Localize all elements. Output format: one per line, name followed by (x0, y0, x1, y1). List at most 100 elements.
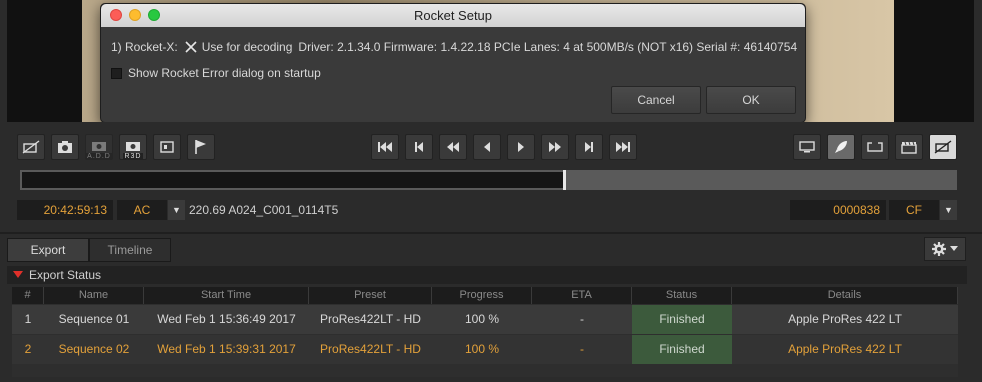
monitor-button[interactable] (793, 134, 821, 160)
export-frame-button[interactable] (153, 134, 181, 160)
loop-icon (867, 142, 883, 152)
chevron-down-icon: ▼ (172, 205, 181, 215)
settings-menu-button[interactable] (924, 237, 966, 261)
scrubber-played-region (22, 172, 563, 188)
use-for-decoding-label: Use for decoding (201, 40, 293, 54)
no-video-icon (22, 140, 40, 154)
playback-toolbar: A.D.D R3D 20:42:59:13 AC ▼ 220.69 A024_C… (0, 122, 982, 234)
no-video-button[interactable] (17, 134, 45, 160)
rocket-button[interactable] (827, 134, 855, 160)
table-row[interactable]: 2 Sequence 02 Wed Feb 1 15:39:31 2017 Pr… (12, 335, 958, 364)
app-window: Rocket Setup 1) Rocket-X: Use for decodi… (0, 0, 982, 382)
timeline-scrubber[interactable] (20, 170, 957, 190)
play-reverse-icon (484, 142, 490, 152)
snapshot-button[interactable] (51, 134, 79, 160)
column-header[interactable]: Status (632, 287, 732, 304)
row-eta: - (580, 342, 584, 356)
minimize-window-button[interactable] (129, 9, 141, 21)
row-status: Finished (632, 335, 732, 364)
clapper-button[interactable] (895, 134, 923, 160)
step-end-icon (585, 142, 593, 152)
column-header[interactable]: Start Time (144, 287, 309, 304)
device-label: 1) Rocket-X: (111, 40, 178, 54)
play-button[interactable] (507, 134, 535, 160)
row-start-time: Wed Feb 1 15:39:31 2017 (157, 342, 296, 356)
add-snapshot-button[interactable]: A.D.D (85, 134, 113, 160)
clip-name: 220.69 A024_C001_0114T5 (189, 203, 339, 217)
dialog-titlebar: Rocket Setup (101, 4, 805, 27)
frame-mode[interactable]: CF (889, 200, 939, 220)
camera-icon (58, 141, 72, 153)
flag-button[interactable] (187, 134, 215, 160)
no-audio-icon (934, 140, 952, 154)
show-error-label: Show Rocket Error dialog on startup (128, 66, 321, 80)
show-error-row: Show Rocket Error dialog on startup (111, 66, 321, 80)
device-row: 1) Rocket-X: Use for decoding Driver: 2.… (111, 40, 797, 54)
step-end-button[interactable] (575, 134, 603, 160)
skip-to-start-button[interactable] (371, 134, 399, 160)
tab-timeline[interactable]: Timeline (89, 238, 171, 262)
play-reverse-button[interactable] (473, 134, 501, 160)
row-name: Sequence 02 (58, 342, 130, 356)
zoom-window-button[interactable] (148, 9, 160, 21)
collapse-triangle-icon[interactable] (13, 271, 23, 278)
show-error-checkbox[interactable] (111, 67, 122, 79)
row-preset: ProRes422LT - HD (320, 312, 421, 326)
column-header[interactable]: Details (732, 287, 958, 304)
frame-number-display[interactable]: 0000838 (790, 200, 886, 220)
export-status-header[interactable]: Export Status (7, 266, 967, 284)
row-progress: 100 % (464, 342, 500, 356)
rocket-icon (835, 141, 847, 153)
viewer-left-border (0, 0, 7, 122)
column-header[interactable]: Name (44, 287, 144, 304)
tab-export[interactable]: Export (7, 238, 89, 262)
table-header: # Name Start Time Preset Progress ETA St… (12, 287, 958, 304)
frame-mode-dropdown[interactable]: ▼ (940, 200, 957, 220)
r3d-camera-icon (126, 142, 140, 151)
loop-button[interactable] (861, 134, 889, 160)
row-start-time: Wed Feb 1 15:36:49 2017 (157, 312, 296, 326)
r3d-snapshot-button[interactable]: R3D (119, 134, 147, 160)
step-start-button[interactable] (405, 134, 433, 160)
dialog-title: Rocket Setup (413, 8, 493, 23)
flag-icon (195, 140, 206, 154)
r3d-sub-label: R3D (123, 153, 143, 160)
rewind-icon (447, 142, 459, 152)
column-header[interactable]: ETA (532, 287, 632, 304)
timecode-mode-dropdown[interactable]: ▼ (168, 200, 185, 220)
chevron-down-icon: ▼ (944, 205, 953, 215)
step-start-icon (415, 142, 423, 152)
close-window-button[interactable] (110, 9, 122, 21)
row-eta: - (580, 312, 584, 326)
row-number: 1 (24, 312, 32, 326)
column-header[interactable]: Preset (309, 287, 432, 304)
panel-divider (0, 232, 982, 234)
row-details: Apple ProRes 422 LT (788, 342, 902, 356)
add-sub-label: A.D.D (86, 153, 112, 160)
ok-button[interactable]: OK (706, 86, 796, 114)
skip-to-end-button[interactable] (609, 134, 637, 160)
column-header[interactable]: # (12, 287, 44, 304)
row-status: Finished (632, 305, 732, 334)
skip-to-start-icon (378, 142, 392, 152)
table-row[interactable]: 1 Sequence 01 Wed Feb 1 15:36:49 2017 Pr… (12, 305, 958, 334)
export-status-table: # Name Start Time Preset Progress ETA St… (12, 287, 958, 377)
use-for-decoding-checkbox[interactable] (184, 40, 198, 54)
rocket-setup-dialog: Rocket Setup 1) Rocket-X: Use for decodi… (100, 3, 806, 123)
cancel-button[interactable]: Cancel (611, 86, 701, 114)
chevron-down-icon (950, 246, 958, 251)
timecode-display[interactable]: 20:42:59:13 (17, 200, 113, 220)
fast-forward-button[interactable] (541, 134, 569, 160)
monitor-icon (799, 141, 815, 153)
gear-icon (932, 242, 946, 256)
clapper-icon (901, 141, 917, 154)
no-audio-button[interactable] (929, 134, 957, 160)
viewer-right-border (974, 0, 982, 122)
rewind-button[interactable] (439, 134, 467, 160)
playhead[interactable] (563, 170, 566, 190)
row-progress: 100 % (464, 312, 500, 326)
column-header[interactable]: Progress (432, 287, 532, 304)
timecode-mode[interactable]: AC (117, 200, 167, 220)
checked-x-icon (185, 41, 197, 53)
fast-forward-icon (549, 142, 561, 152)
